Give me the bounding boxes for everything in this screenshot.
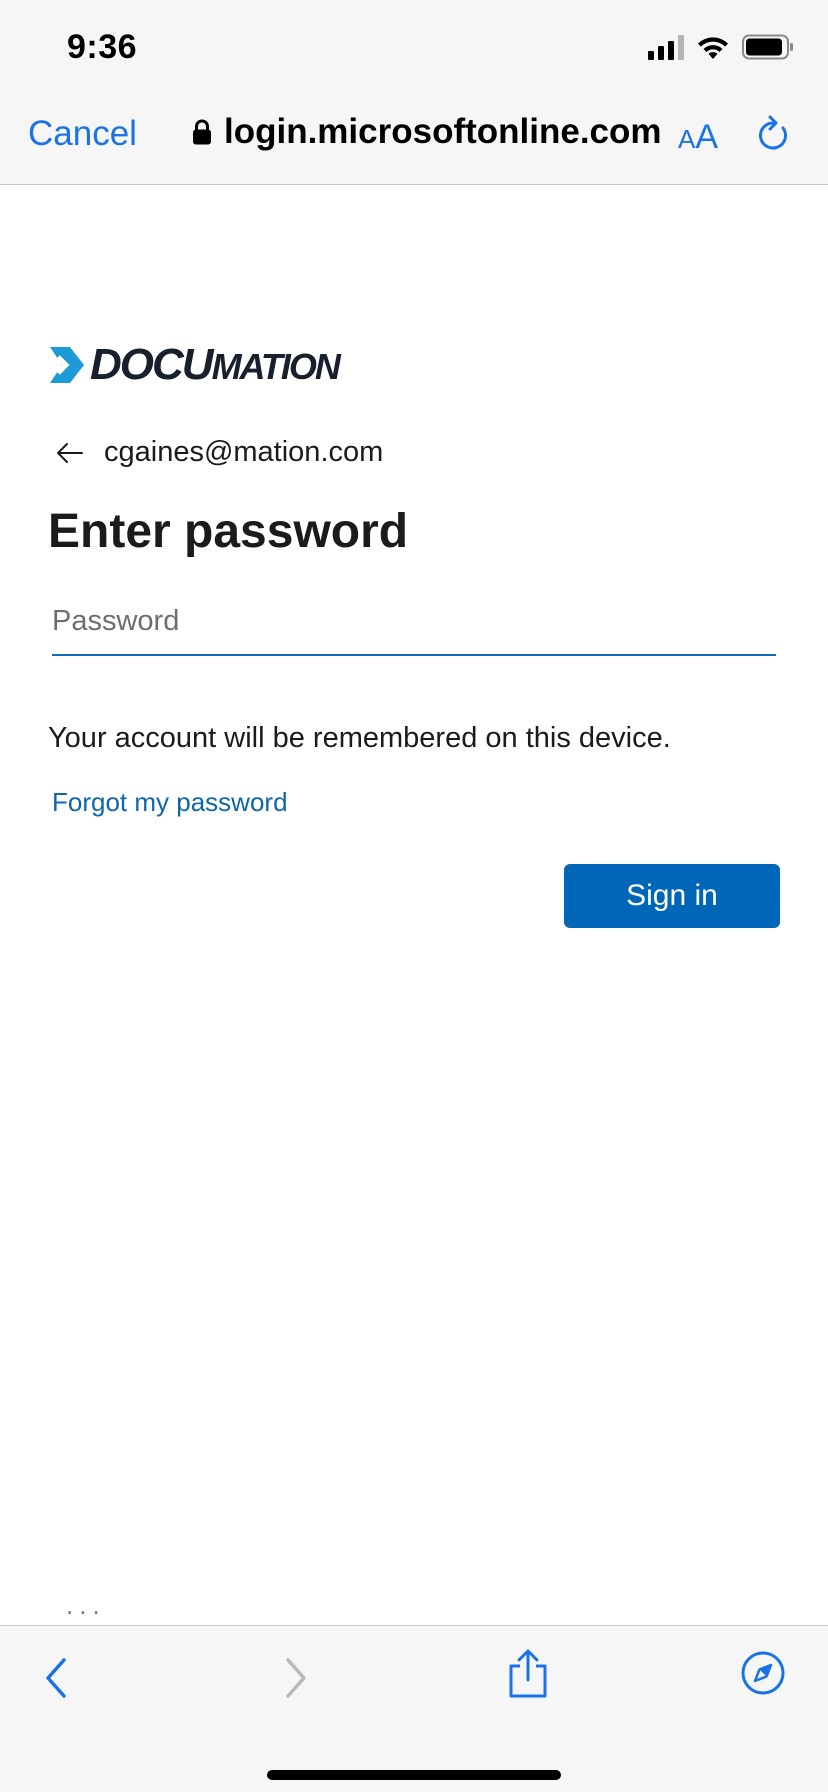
- url-text: login.microsoftonline.com: [224, 112, 662, 151]
- back-icon[interactable]: [44, 1656, 70, 1700]
- home-indicator[interactable]: [267, 1770, 561, 1780]
- browser-nav-bar: Cancel login.microsoftonline.com AA: [0, 100, 828, 170]
- share-icon[interactable]: [506, 1648, 550, 1700]
- sign-in-button[interactable]: Sign in: [564, 864, 780, 928]
- wifi-icon: [698, 37, 728, 59]
- back-arrow-icon[interactable]: [56, 442, 84, 464]
- status-icons: [648, 34, 794, 60]
- remember-notice: Your account will be remembered on this …: [48, 722, 671, 754]
- forgot-password-link[interactable]: Forgot my password: [52, 787, 288, 818]
- cellular-signal-icon: [648, 34, 684, 60]
- text-size-button[interactable]: AA: [678, 118, 718, 157]
- battery-icon: [742, 34, 793, 60]
- reload-icon[interactable]: [756, 114, 792, 154]
- page-title: Enter password: [48, 505, 409, 558]
- forward-icon[interactable]: [282, 1656, 308, 1700]
- logo-text-end: MATION: [211, 346, 341, 387]
- compass-icon[interactable]: [740, 1650, 786, 1696]
- browser-bottom-toolbar: [0, 1625, 828, 1792]
- cancel-button[interactable]: Cancel: [28, 114, 137, 154]
- logo-text-start: DOCU: [90, 340, 214, 389]
- lock-icon: [193, 119, 211, 145]
- identity-banner: cgaines@mation.com: [56, 436, 383, 469]
- logo-arrow-icon: [50, 347, 84, 383]
- text-size-small-label: A: [678, 124, 696, 154]
- status-time: 9:36: [67, 28, 138, 66]
- documation-logo: DOCUMATION: [48, 340, 341, 390]
- text-size-large-label: A: [695, 118, 719, 156]
- address-bar[interactable]: login.microsoftonline.com: [192, 112, 662, 152]
- identity-email: cgaines@mation.com: [104, 436, 384, 468]
- logo-wordmark: DOCUMATION: [90, 340, 341, 390]
- more-options-button[interactable]: ...: [66, 1590, 106, 1621]
- password-field[interactable]: [52, 596, 776, 656]
- browser-top-chrome: 9:36 Cancel login.microsoftonline.com AA: [0, 0, 828, 185]
